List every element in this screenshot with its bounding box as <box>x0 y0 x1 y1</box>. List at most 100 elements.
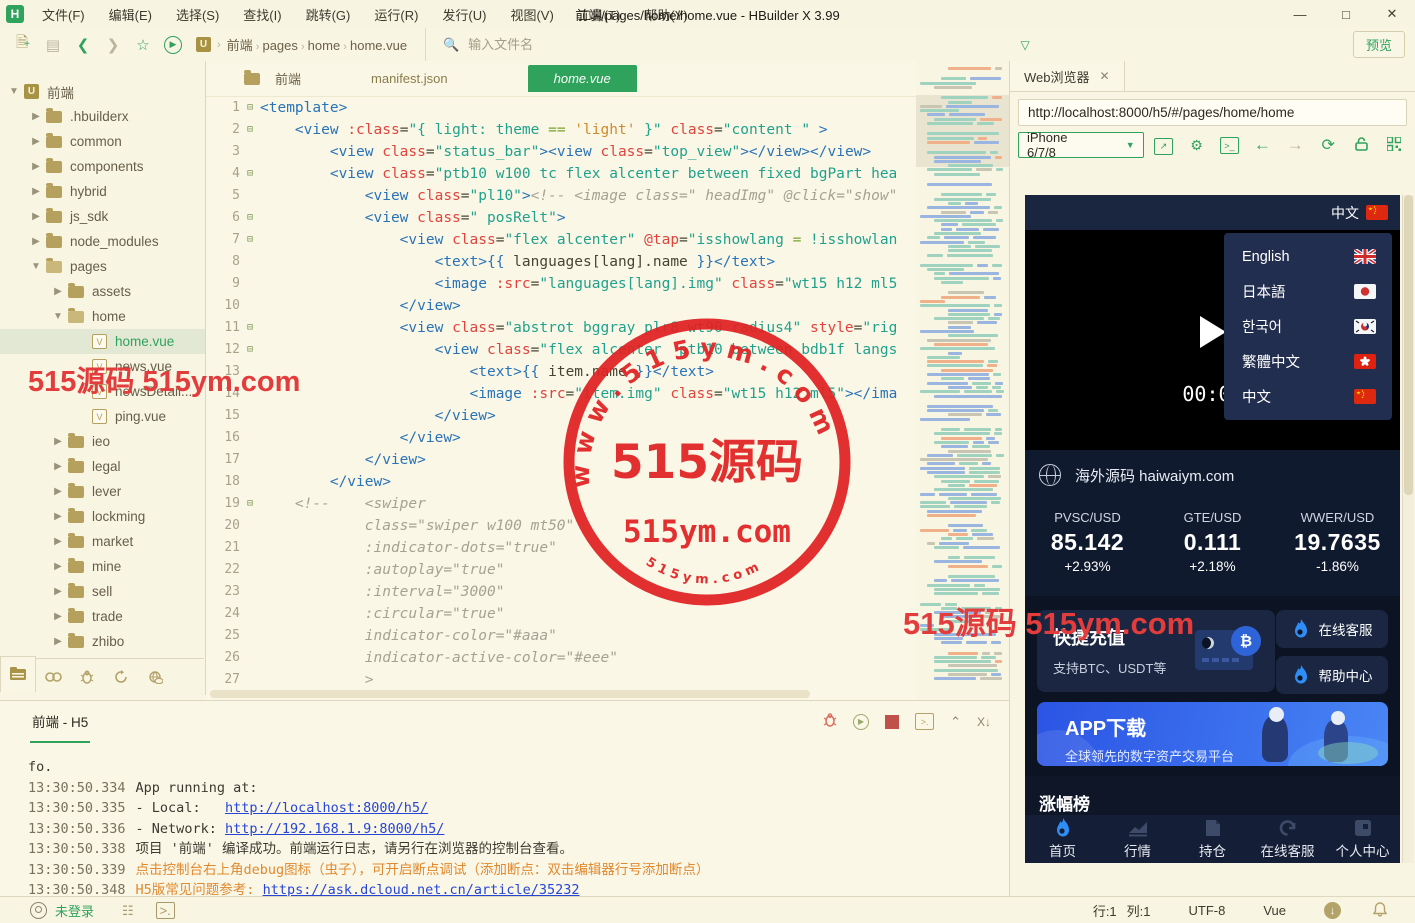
debug-bug-icon[interactable] <box>823 713 837 730</box>
language-option-gb[interactable]: English <box>1224 239 1392 274</box>
fold-icon[interactable]: ⊟ <box>240 493 260 515</box>
code-line-25[interactable]: 25 indicator-color="#aaa" <box>206 625 916 647</box>
code-line-27[interactable]: 27 > <box>206 669 916 688</box>
console-tab[interactable]: 前端 - H5 <box>30 701 91 743</box>
tree-item-home.vue[interactable]: Vhome.vue <box>0 329 205 354</box>
login-status[interactable]: 未登录 <box>55 901 94 920</box>
fold-icon[interactable]: ⊟ <box>240 163 260 185</box>
encoding-label[interactable]: UTF-8 <box>1189 903 1226 918</box>
minimize-button[interactable]: — <box>1277 0 1323 28</box>
menu-item-5[interactable]: 运行(R) <box>364 2 428 27</box>
tree-item-trade[interactable]: ▶ trade <box>0 604 205 629</box>
ticker-pvsc[interactable]: PVSC/USD 85.142 +2.93% <box>1025 510 1150 574</box>
bookmark-star-icon[interactable]: ☆ <box>128 36 158 54</box>
web-panel-icon[interactable] <box>138 664 172 690</box>
run-icon[interactable]: ▶ <box>164 35 182 54</box>
chevron-right-icon[interactable]: ▶ <box>52 486 64 497</box>
chevron-right-icon[interactable]: ▶ <box>52 636 64 647</box>
chevron-down-icon[interactable]: ▼ <box>30 261 42 272</box>
collapse-icon[interactable]: ⌃ <box>950 714 961 730</box>
nav-flame[interactable]: 首页 <box>1025 815 1100 863</box>
code-line-26[interactable]: 26 indicator-active-color="#eee" <box>206 647 916 669</box>
chevron-right-icon[interactable]: ▶ <box>52 436 64 447</box>
tree-item-[interactable]: ▼ U 前端 <box>0 79 205 104</box>
forward-icon[interactable]: ❯ <box>98 36 128 54</box>
chevron-down-icon[interactable]: ▼ <box>8 86 20 97</box>
code-line-9[interactable]: 9 <image :src = "languages[lang].img" clas… <box>206 273 916 295</box>
outline-list-icon[interactable]: ☷ <box>122 903 134 919</box>
terminal-icon[interactable]: >. <box>155 902 175 919</box>
tab-web-browser[interactable]: Web浏览器 ✕ <box>1010 61 1125 91</box>
chevron-down-icon[interactable]: ▼ <box>52 311 64 322</box>
language-option-hk[interactable]: 繁體中文 <box>1224 344 1392 379</box>
console-icon[interactable]: >_ <box>1216 136 1242 155</box>
browser-scrollbar[interactable] <box>1402 195 1414 863</box>
current-language-label[interactable]: 中文 <box>1331 203 1359 223</box>
menu-item-0[interactable]: 文件(F) <box>32 2 95 27</box>
code-line-1[interactable]: 1 ⊟ <template> <box>206 97 916 119</box>
debug-panel-icon[interactable] <box>70 664 104 690</box>
tree-item-hybrid[interactable]: ▶ hybrid <box>0 179 205 204</box>
cursor-col[interactable]: 列:1 <box>1127 901 1151 920</box>
tree-item-mine[interactable]: ▶ mine <box>0 554 205 579</box>
nav-back-icon[interactable]: ← <box>1249 135 1275 155</box>
tree-item-assets[interactable]: ▶ assets <box>0 279 205 304</box>
console-link[interactable]: http://localhost:8000/h5/ <box>225 800 428 816</box>
lock-icon[interactable] <box>1348 136 1374 154</box>
reload-icon[interactable]: ⟳ <box>1315 135 1341 155</box>
tab-home-vue[interactable]: home.vue <box>527 65 637 92</box>
tree-item-lever[interactable]: ▶ lever <box>0 479 205 504</box>
chevron-right-icon[interactable]: ▶ <box>52 586 64 597</box>
fold-icon[interactable]: ⊟ <box>240 317 260 339</box>
chevron-right-icon[interactable]: ▶ <box>30 136 42 147</box>
notification-bell-icon[interactable] <box>1372 901 1388 920</box>
menu-item-6[interactable]: 发行(U) <box>432 2 496 27</box>
fold-icon[interactable]: ⊟ <box>240 207 260 229</box>
breadcrumb-1[interactable]: pages <box>262 38 297 53</box>
account-icon[interactable] <box>30 902 47 919</box>
ticker-gte[interactable]: GTE/USD 0.111 +2.18% <box>1150 510 1275 574</box>
clear-icon[interactable]: X↓ <box>977 715 991 729</box>
filter-icon[interactable]: ▽ <box>1010 38 1040 52</box>
cursor-line[interactable]: 行:1 <box>1093 901 1117 920</box>
device-select[interactable]: iPhone 6/7/8 ▼ <box>1018 130 1144 160</box>
save-icon[interactable]: ▤ <box>38 36 68 54</box>
tree-item-legal[interactable]: ▶ legal <box>0 454 205 479</box>
language-option-jp[interactable]: 日本語 <box>1224 274 1392 309</box>
editor-hscrollbar[interactable] <box>210 690 810 698</box>
close-button[interactable]: ✕ <box>1369 0 1415 28</box>
chevron-right-icon[interactable]: ▶ <box>30 111 42 122</box>
tree-item-.hbuilderx[interactable]: ▶ .hbuilderx <box>0 104 205 129</box>
tree-item-pages[interactable]: ▼ pages <box>0 254 205 279</box>
fold-icon[interactable]: ⊟ <box>240 119 260 141</box>
stop-icon[interactable] <box>885 714 900 729</box>
tree-item-components[interactable]: ▶ components <box>0 154 205 179</box>
files-panel-icon[interactable] <box>0 655 36 693</box>
tree-item-sell[interactable]: ▶ sell <box>0 579 205 604</box>
nav-sync[interactable]: 在线客服 <box>1250 815 1325 863</box>
chevron-right-icon[interactable]: ▶ <box>30 236 42 247</box>
chevron-right-icon[interactable]: ▶ <box>30 211 42 222</box>
nav-doc[interactable]: 持仓 <box>1175 815 1250 863</box>
qr-code-icon[interactable] <box>1381 135 1407 154</box>
menu-item-1[interactable]: 编辑(E) <box>99 2 162 27</box>
filetype-label[interactable]: Vue <box>1263 903 1286 918</box>
refresh-panel-icon[interactable] <box>104 664 138 690</box>
back-icon[interactable]: ❮ <box>68 36 98 54</box>
tree-item-node_modules[interactable]: ▶ node_modules <box>0 229 205 254</box>
tree-item-zhibo[interactable]: ▶ zhibo <box>0 629 205 654</box>
chevron-right-icon[interactable]: ▶ <box>52 611 64 622</box>
restart-icon[interactable]: ▶ <box>853 713 870 730</box>
menu-item-3[interactable]: 查找(I) <box>233 2 291 27</box>
nav-user[interactable]: 个人中心 <box>1325 815 1400 863</box>
chevron-right-icon[interactable]: ▶ <box>30 186 42 197</box>
breadcrumb-3[interactable]: home.vue <box>350 38 407 53</box>
close-tab-icon[interactable]: ✕ <box>1100 69 1110 83</box>
url-bar[interactable]: http://localhost:8000/h5/#/pages/home/ho… <box>1018 99 1407 126</box>
app-download-banner[interactable]: APP下载 全球领先的数字资产交易平台 <box>1037 702 1388 766</box>
menu-item-4[interactable]: 跳转(G) <box>296 2 361 27</box>
console-output[interactable]: fo. 13:30:50.334 App running at: 13:30:50.3… <box>0 757 1009 898</box>
chevron-right-icon[interactable]: ▶ <box>52 561 64 572</box>
fold-icon[interactable]: ⊟ <box>240 97 260 119</box>
tree-item-ieo[interactable]: ▶ ieo <box>0 429 205 454</box>
